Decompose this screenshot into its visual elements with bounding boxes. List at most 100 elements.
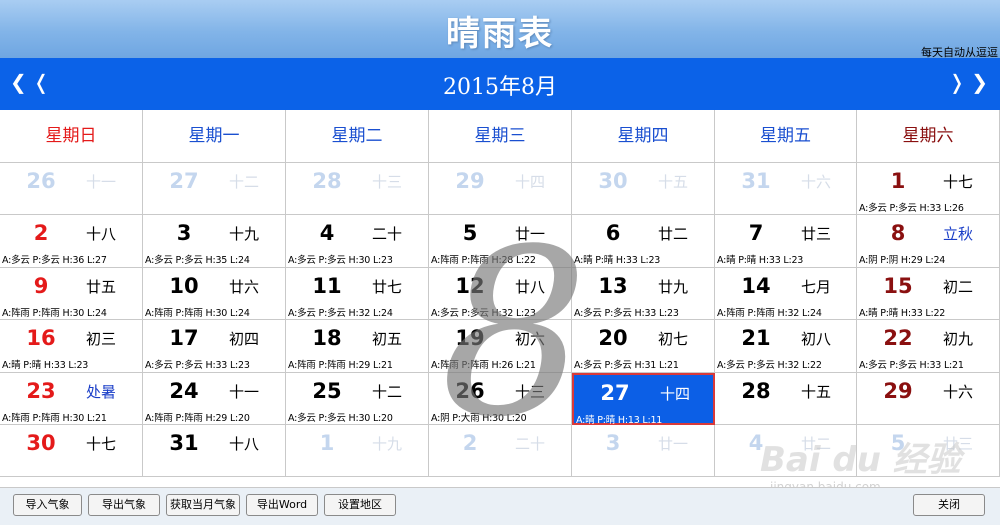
day-number: 31 [169, 431, 199, 455]
day-number: 28 [741, 378, 771, 403]
day-cell[interactable]: 26 十一 [0, 163, 143, 216]
day-cell[interactable]: 3 廿一 [572, 425, 715, 478]
day-number: 30 [598, 169, 628, 193]
day-cell[interactable]: 27 十四 A:晴 P:晴 H:13 L:11 [572, 372, 715, 426]
day-number: 2 [462, 431, 478, 455]
export-weather-button[interactable]: 导出气象 [88, 494, 160, 516]
weather-info: A:阵雨 P:阵雨 H:29 L:21 [288, 360, 393, 372]
day-cell[interactable]: 1 十九 [286, 425, 429, 478]
day-cell[interactable]: 19 初六 A:阵雨 P:阵雨 H:26 L:21 [429, 320, 572, 373]
lunar-date: 十八 [85, 225, 116, 244]
day-number: 25 [312, 378, 342, 403]
weather-info: A:阵雨 P:阵雨 H:30 L:24 [2, 307, 107, 319]
lunar-date: 十九 [371, 435, 402, 453]
lunar-date: 十二 [371, 382, 402, 401]
fetch-month-weather-button[interactable]: 获取当月气象 [166, 494, 240, 516]
day-cell[interactable]: 6 廿二 A:晴 P:晴 H:33 L:23 [572, 215, 715, 268]
day-cell[interactable]: 29 十四 [429, 163, 572, 216]
day-cell[interactable]: 31 十八 [143, 425, 286, 478]
day-cell[interactable]: 30 十五 [572, 163, 715, 216]
day-cell[interactable]: 10 廿六 A:阵雨 P:阵雨 H:30 L:24 [143, 267, 286, 321]
day-cell[interactable]: 20 初七 A:多云 P:多云 H:31 L:21 [572, 320, 715, 373]
weather-info: A:多云 P:多云 H:33 L:26 [859, 203, 964, 214]
set-region-button[interactable]: 设置地区 [324, 494, 396, 516]
day-cell[interactable]: 17 初四 A:多云 P:多云 H:33 L:23 [143, 320, 286, 373]
weather-info: A:多云 P:多云 H:32 L:23 [431, 307, 536, 319]
lunar-date: 初四 [228, 330, 259, 349]
day-cell[interactable]: 21 初八 A:多云 P:多云 H:32 L:22 [715, 320, 857, 373]
day-cell[interactable]: 28 十五 [715, 372, 857, 425]
next-month-button[interactable]: ❭❯ [948, 70, 994, 94]
export-word-button[interactable]: 导出Word [246, 494, 318, 516]
day-number: 31 [741, 169, 771, 193]
weather-info: A:多云 P:多云 H:31 L:21 [574, 360, 679, 372]
day-cell[interactable]: 14 七月 A:阵雨 P:阵雨 H:32 L:24 [715, 267, 857, 321]
day-cell[interactable]: 9 廿五 A:阵雨 P:阵雨 H:30 L:24 [0, 267, 143, 321]
day-cell[interactable]: 4 二十 A:多云 P:多云 H:30 L:23 [286, 215, 429, 268]
weather-info: A:多云 P:多云 H:33 L:23 [574, 307, 679, 319]
lunar-date: 处暑 [85, 382, 116, 401]
day-number: 4 [748, 431, 764, 455]
lunar-date: 十九 [228, 225, 259, 244]
weekday-header: 星期三 [429, 110, 572, 163]
day-number: 5 [462, 221, 478, 246]
lunar-date: 十三 [371, 173, 402, 191]
lunar-date: 十四 [514, 173, 545, 191]
day-cell[interactable]: 22 初九 A:多云 P:多云 H:33 L:21 [857, 320, 1000, 373]
day-cell[interactable]: 4 廿二 [715, 425, 857, 478]
lunar-date: 十七 [942, 173, 973, 191]
lunar-date: 廿九 [657, 277, 688, 296]
day-number: 15 [883, 273, 913, 298]
close-button[interactable]: 关闭 [913, 494, 985, 516]
day-cell[interactable]: 15 初二 A:晴 P:晴 H:33 L:22 [857, 267, 1000, 321]
day-cell[interactable]: 5 廿一 A:阵雨 P:阵雨 H:28 L:22 [429, 215, 572, 268]
lunar-date: 十八 [228, 435, 259, 453]
day-cell[interactable]: 25 十二 A:多云 P:多云 H:30 L:20 [286, 372, 429, 425]
lunar-date: 七月 [800, 277, 831, 296]
import-weather-button[interactable]: 导入气象 [13, 494, 82, 516]
lunar-date: 二十 [371, 225, 402, 244]
day-cell[interactable]: 5 廿三 [857, 425, 1000, 478]
day-number: 16 [26, 326, 56, 351]
day-cell[interactable]: 8 立秋 A:阴 P:阴 H:29 L:24 [857, 215, 1000, 268]
day-number: 17 [169, 326, 199, 351]
day-number: 29 [455, 169, 485, 193]
day-number: 6 [605, 221, 621, 246]
day-cell[interactable]: 28 十三 [286, 163, 429, 216]
weekday-header: 星期二 [286, 110, 429, 163]
weather-info: A:晴 P:晴 H:33 L:23 [717, 255, 804, 267]
day-cell[interactable]: 30 十七 [0, 425, 143, 478]
day-cell[interactable]: 23 处暑 A:阵雨 P:阵雨 H:30 L:21 [0, 372, 143, 425]
day-cell[interactable]: 3 十九 A:多云 P:多云 H:35 L:24 [143, 215, 286, 268]
lunar-date: 廿二 [657, 225, 688, 244]
lunar-date: 十七 [85, 435, 116, 453]
day-cell[interactable]: 18 初五 A:阵雨 P:阵雨 H:29 L:21 [286, 320, 429, 373]
day-cell[interactable]: 12 廿八 A:多云 P:多云 H:32 L:23 [429, 267, 572, 321]
day-number: 14 [741, 273, 771, 298]
day-cell[interactable]: 29 十六 [857, 372, 1000, 425]
weekday-header: 星期五 [715, 110, 857, 163]
day-cell[interactable]: 7 廿三 A:晴 P:晴 H:33 L:23 [715, 215, 857, 268]
weather-info: A:多云 P:多云 H:33 L:23 [145, 360, 250, 372]
day-number: 27 [169, 169, 199, 193]
day-cell[interactable]: 31 十六 [715, 163, 857, 216]
lunar-date: 十一 [85, 173, 116, 191]
day-cell[interactable]: 2 十八 A:多云 P:多云 H:36 L:27 [0, 215, 143, 268]
weather-info: A:阴 P:大雨 H:30 L:20 [431, 412, 527, 424]
weather-info: A:阵雨 P:阵雨 H:26 L:21 [431, 360, 536, 372]
weather-info: A:多云 P:多云 H:33 L:21 [859, 360, 964, 372]
day-cell[interactable]: 26 十三 A:阴 P:大雨 H:30 L:20 [429, 372, 572, 425]
day-cell[interactable]: 1 十七 A:多云 P:多云 H:33 L:26 [857, 163, 1000, 216]
day-cell[interactable]: 13 廿九 A:多云 P:多云 H:33 L:23 [572, 267, 715, 321]
day-cell[interactable]: 24 十一 A:阵雨 P:阵雨 H:29 L:20 [143, 372, 286, 425]
lunar-date: 廿八 [514, 277, 545, 296]
day-cell[interactable]: 16 初三 A:晴 P:晴 H:33 L:23 [0, 320, 143, 373]
day-number: 21 [741, 326, 771, 351]
weather-info: A:多云 P:多云 H:30 L:23 [288, 255, 393, 267]
day-cell[interactable]: 11 廿七 A:多云 P:多云 H:32 L:24 [286, 267, 429, 321]
day-cell[interactable]: 27 十二 [143, 163, 286, 216]
weather-info: A:阵雨 P:阵雨 H:28 L:22 [431, 255, 536, 267]
weekday-header: 星期日 [0, 110, 143, 163]
lunar-date: 初九 [942, 330, 973, 349]
day-cell[interactable]: 2 二十 [429, 425, 572, 478]
